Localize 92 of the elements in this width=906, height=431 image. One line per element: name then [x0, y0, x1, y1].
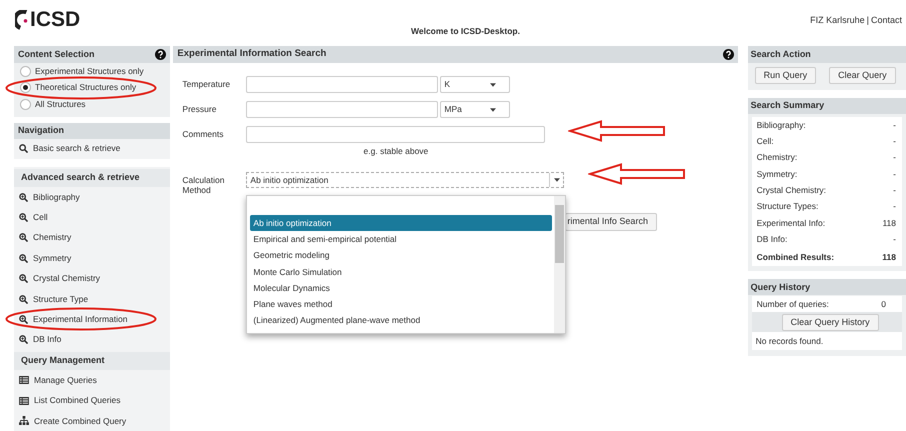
method-select[interactable]: Ab initio optimization [246, 172, 564, 188]
radio-label: Theoretical Structures only [35, 81, 136, 94]
radio-label: All Structures [35, 98, 86, 111]
separator-text: | [866, 14, 869, 27]
zoom-in-icon [19, 335, 28, 344]
search-icon [19, 144, 28, 154]
help-icon[interactable] [155, 49, 166, 60]
input-field[interactable] [246, 126, 546, 143]
radio-button[interactable] [20, 66, 31, 77]
caret-icon [490, 82, 496, 86]
nav-item[interactable]: Manage Queries [14, 370, 99, 390]
welcome-text: Welcome to ICSD-Desktop. [411, 25, 520, 38]
section-title: Advanced search & retrieve [21, 171, 140, 184]
nav-item[interactable]: Structure Type [14, 288, 90, 310]
panel-title: Search Summary [750, 99, 824, 112]
panel-title: Experimental Information Search [177, 47, 326, 62]
radio-label: Experimental Structures only [35, 64, 144, 78]
summary-label: Experimental Info: [756, 216, 826, 230]
logo-text: ICSD [30, 9, 80, 30]
summary-value: - [893, 135, 896, 148]
radio-button[interactable] [20, 82, 31, 94]
empty-message: No records found. [756, 335, 824, 348]
field-label: Pressure [182, 103, 218, 114]
dropdown-option[interactable]: Geometric modeling [250, 247, 552, 264]
query-button[interactable]: Run Query [754, 67, 816, 84]
nav-item[interactable]: Bibliography [14, 186, 82, 208]
nav-item[interactable]: Basic search & retrieve [14, 138, 122, 159]
logo-mark-icon [15, 10, 29, 30]
summary-label: Crystal Chemistry: [756, 184, 826, 197]
panel-title: Navigation [18, 124, 64, 137]
panel-title: Content Selection [18, 48, 95, 61]
input-field[interactable] [246, 101, 438, 118]
zoom-in-icon [19, 192, 28, 202]
history-count: 0 [881, 298, 886, 311]
dropdown-option[interactable]: Plane waves method [250, 296, 552, 312]
summary-value: - [893, 184, 896, 197]
zoom-in-icon [19, 233, 28, 242]
unit-select[interactable]: MPa [440, 101, 510, 118]
nav-item[interactable]: Create Combined Query [14, 410, 128, 431]
dropdown-option[interactable]: Ab initio optimization [250, 215, 552, 232]
help-icon[interactable] [722, 49, 734, 60]
field-label: Comments [182, 128, 224, 139]
zoom-in-icon [19, 212, 28, 222]
summary-label: DB Info: [756, 232, 788, 246]
history-label: Number of queries: [756, 298, 829, 311]
caret-icon [554, 178, 560, 182]
summary-value: - [893, 168, 896, 180]
unit-select[interactable]: K [440, 76, 510, 93]
summary-label: Combined Results: [756, 250, 834, 264]
list-icon [19, 396, 29, 405]
summary-label: Structure Types: [756, 200, 818, 213]
search-button[interactable]: rimental Info Search [565, 213, 657, 231]
summary-value: 118 [882, 216, 896, 230]
zoom-in-icon [19, 274, 28, 284]
contact-link[interactable]: Contact [870, 14, 902, 28]
radio-button[interactable] [20, 98, 31, 110]
nav-item[interactable]: Crystal Chemistry [14, 268, 102, 289]
dropdown-option[interactable]: Empirical and semi-empirical potential [250, 231, 552, 248]
summary-value: - [893, 118, 896, 132]
field-label: Temperature [182, 78, 232, 89]
hint-text: e.g. stable above [364, 145, 428, 158]
section-title: Query Management [21, 354, 105, 368]
summary-label: Cell: [756, 135, 774, 148]
dropdown-option[interactable]: Molecular Dynamics [250, 280, 552, 296]
nav-item[interactable]: Chemistry [14, 228, 74, 248]
panel-title: Query History [750, 280, 810, 294]
panel-title: Search Action [750, 48, 811, 61]
dropdown-option[interactable]: Monte Carlo Simulation [250, 264, 552, 280]
nav-item[interactable]: Cell [14, 207, 50, 228]
field-label: Calculation Method [182, 174, 226, 195]
summary-value: - [893, 232, 896, 246]
scrollbar[interactable] [554, 196, 566, 333]
zoom-in-icon [19, 294, 28, 304]
zoom-in-icon [19, 314, 28, 324]
nav-item[interactable]: DB Info [14, 330, 64, 350]
summary-label: Bibliography: [756, 118, 806, 132]
summary-value: - [893, 200, 896, 213]
input-field[interactable] [246, 76, 438, 93]
query-button[interactable]: Clear Query [829, 67, 896, 84]
list-icon [19, 376, 29, 384]
caret-icon [490, 108, 496, 112]
summary-label: Chemistry: [756, 151, 798, 164]
nav-item[interactable]: Symmetry [14, 248, 74, 268]
nav-item[interactable]: List Combined Queries [14, 390, 122, 411]
org-link[interactable]: FIZ Karlsruhe [810, 14, 865, 28]
hierarchy-icon [19, 416, 29, 426]
summary-value: - [893, 151, 896, 164]
clear-history-button[interactable]: Clear Query History [782, 314, 879, 331]
summary-value: 118 [882, 250, 896, 264]
dropdown-option[interactable]: (Linearized) Augmented plane-wave method [250, 312, 552, 328]
summary-label: Symmetry: [756, 168, 798, 180]
zoom-in-icon [19, 254, 28, 263]
